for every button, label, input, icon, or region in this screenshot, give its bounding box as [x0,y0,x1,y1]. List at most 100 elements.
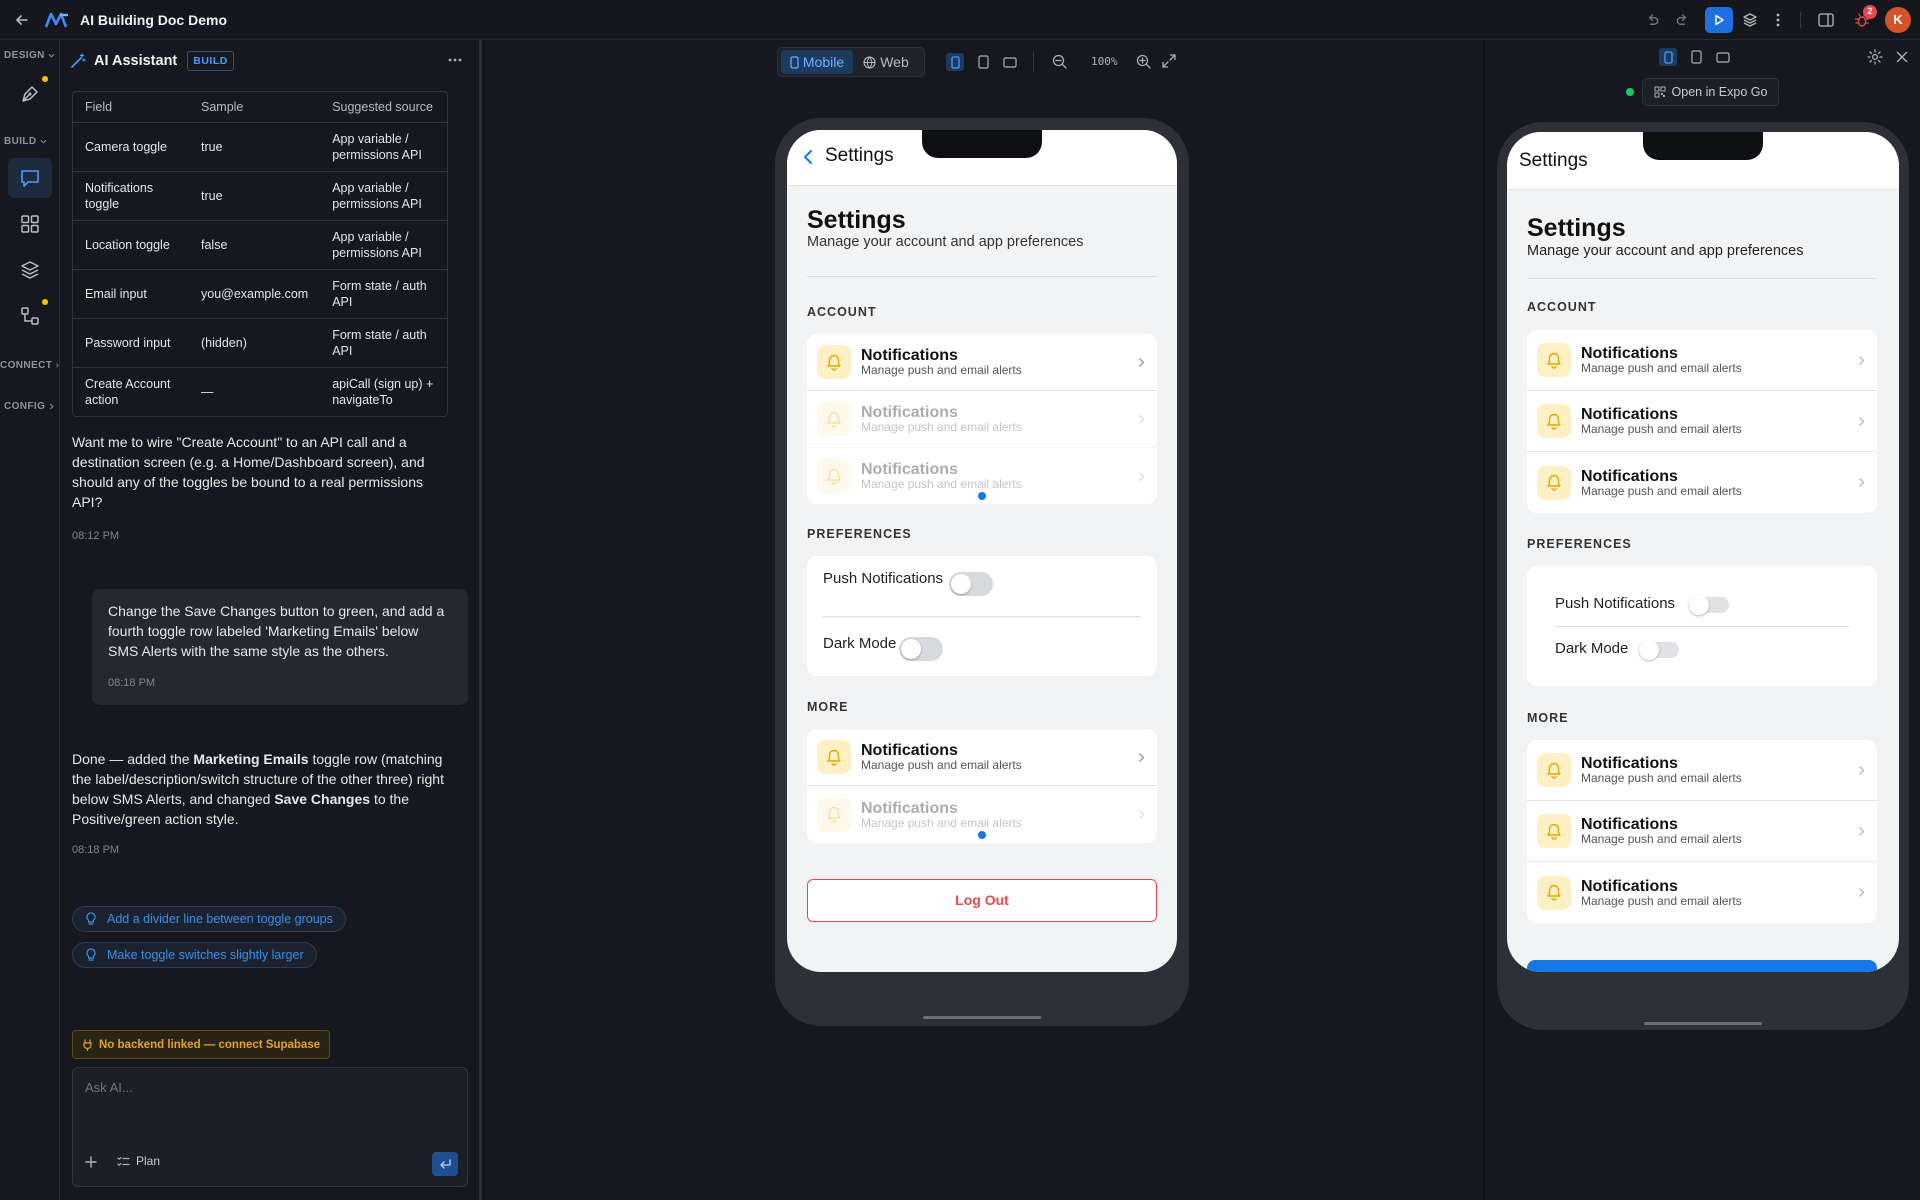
preview-more-card: Notifications Manage push and email alert… [1527,740,1877,923]
close-icon[interactable] [1896,51,1908,63]
rail-section-build[interactable]: BUILD [0,136,60,147]
chat-icon[interactable] [8,158,52,198]
suggestion-chip[interactable]: Make toggle switches slightly larger [72,942,317,968]
avatar[interactable]: K [1885,7,1911,33]
list-item[interactable]: Notifications Manage push and email alert… [1527,801,1877,862]
bell-icon [1537,465,1571,500]
platform-switch: Mobile Web [777,47,925,77]
more-horizontal-icon[interactable] [448,58,462,62]
suggestion-chip[interactable]: Add a divider line between toggle groups [72,906,346,932]
preview-account-card: Notifications Manage push and email alert… [1527,330,1877,513]
table-header: Field [73,92,189,123]
selection-handle[interactable] [978,831,986,839]
run-button[interactable] [1705,7,1733,33]
bell-icon [817,459,851,493]
panel-toggle-icon[interactable] [1812,6,1840,34]
dark-mode-toggle[interactable] [1639,640,1679,660]
row-title: Notifications [1581,467,1678,485]
tablet-icon [1690,50,1702,64]
message-timestamp: 08:18 PM [108,677,156,689]
rail-section-design[interactable]: DESIGN [0,50,60,61]
preview-tablet-button[interactable] [1687,48,1705,66]
bell-icon [1537,404,1571,438]
globe-icon [863,55,876,69]
list-item[interactable]: Notifications Manage push and email alert… [807,729,1157,786]
undo-icon[interactable] [1638,6,1666,34]
zoom-out-icon[interactable] [1052,54,1067,69]
preview-phone-button[interactable] [1659,48,1677,66]
dark-mode-toggle[interactable] [899,637,943,661]
row-title: Notifications [861,799,958,817]
section-label-more: MORE [1527,711,1569,725]
list-item[interactable]: Notifications Manage push and email alert… [1527,391,1877,452]
logout-button[interactable]: Log Out [807,879,1157,922]
table-cell: false [189,220,321,270]
table-cell: true [189,122,321,172]
row-title: Notifications [1581,816,1678,833]
mobile-tab[interactable]: Mobile [781,50,853,74]
chevron-right-icon [1139,471,1145,481]
zoom-in-icon[interactable] [1136,54,1151,69]
selection-handle[interactable] [978,492,986,500]
table-cell: true [189,171,321,221]
list-item[interactable]: Notifications Manage push and email alert… [1527,330,1877,391]
fullscreen-icon[interactable] [1162,54,1176,68]
preview-landscape-button[interactable] [1714,48,1732,66]
row-subtitle: Manage push and email alerts [1581,361,1742,375]
list-item[interactable]: Notifications Manage push and email alert… [1527,740,1877,801]
device-tablet-button[interactable] [974,53,992,71]
mobile-icon [790,55,799,69]
push-notifications-toggle[interactable] [949,572,993,596]
list-check-icon [117,1156,130,1166]
toggle-divider [823,616,1141,617]
plug-icon [83,1038,92,1051]
chevron-right-icon [1859,416,1865,426]
build-badge: BUILD [187,51,234,71]
home-indicator [923,1016,1041,1019]
list-item[interactable]: Notifications Manage push and email alert… [807,391,1157,448]
chevron-right-icon [1139,810,1145,819]
more-vertical-icon[interactable] [1764,6,1792,34]
chevron-right-icon [1859,826,1865,836]
push-notifications-toggle[interactable] [1689,595,1729,615]
back-chevron-icon [804,150,812,164]
settings-gear-icon[interactable] [1867,49,1883,65]
field-source-table: Field Sample Suggested source Camera tog… [72,91,448,417]
phone-screen: Settings Settings Manage your account an… [787,130,1177,972]
row-title: Notifications [861,461,958,478]
backend-warning-badge[interactable]: No backend linked — connect Supabase [72,1030,331,1059]
row-subtitle: Manage push and email alerts [861,363,1022,377]
nav-title: Settings [825,145,894,166]
back-arrow-icon[interactable] [8,6,36,34]
rail-section-connect[interactable]: CONNECT [0,360,60,371]
table-cell: Camera toggle [73,122,189,172]
open-expo-button[interactable]: Open in Expo Go [1642,78,1779,106]
device-landscape-button[interactable] [1001,53,1019,71]
layers-stack-icon[interactable] [8,250,52,290]
web-tab[interactable]: Web [853,50,919,74]
chat-input[interactable]: Ask AI... [85,1080,133,1095]
section-label-more: MORE [807,700,849,714]
user-message-text: Change the Save Changes button to green,… [108,603,445,659]
add-attachment-icon[interactable] [85,1156,101,1172]
rail-section-config[interactable]: CONFIG [0,401,60,412]
layers-icon[interactable] [1736,6,1764,34]
plan-toggle[interactable]: Plan [117,1154,160,1168]
section-label-account: ACCOUNT [1527,300,1597,314]
assistant-message: Want me to wire "Create Account" to an A… [72,434,425,510]
primary-action-button[interactable] [1527,960,1877,972]
redo-icon[interactable] [1668,6,1696,34]
components-grid-icon[interactable] [8,204,52,244]
section-label-account: ACCOUNT [807,305,877,319]
device-phone-button[interactable] [946,53,964,71]
row-subtitle: Manage push and email alerts [861,420,1022,434]
row-title: Notifications [861,742,958,759]
list-item[interactable]: Notifications Manage push and email alert… [1527,862,1877,923]
flow-indicator-dot [42,299,48,305]
design-indicator-dot [42,76,48,82]
list-item[interactable]: Notifications Manage push and email alert… [1527,452,1877,513]
send-button[interactable] [432,1152,458,1176]
bell-icon [1537,875,1571,910]
list-item[interactable]: Notifications Manage push and email alert… [807,334,1157,391]
preview-phone-screen: Settings Settings Manage your account an… [1507,132,1899,972]
